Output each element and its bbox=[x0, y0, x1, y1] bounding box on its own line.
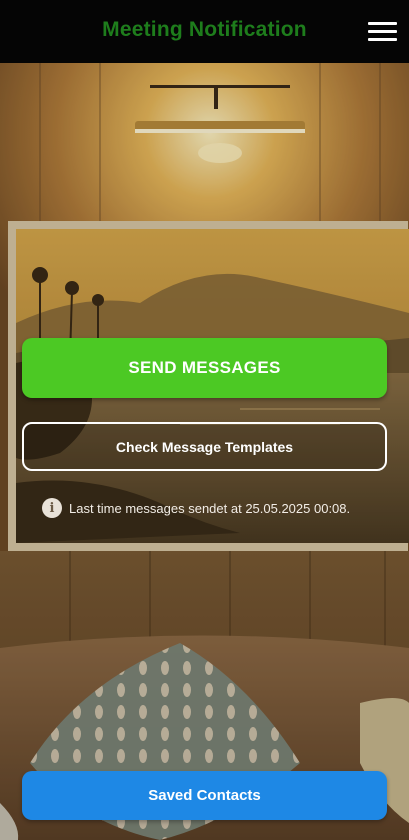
info-icon: i bbox=[42, 498, 62, 518]
app-title: Meeting Notification bbox=[102, 18, 307, 41]
last-sent-status: i Last time messages sendet at 25.05.202… bbox=[42, 498, 350, 518]
saved-contacts-button[interactable]: Saved Contacts bbox=[22, 771, 387, 820]
hamburger-menu-icon[interactable] bbox=[364, 18, 398, 46]
send-messages-button[interactable]: SEND MESSAGES bbox=[22, 338, 387, 398]
menu-bar-top bbox=[368, 22, 397, 25]
app-screen: Meeting Notification SEND MESSAGES Check… bbox=[0, 0, 409, 840]
menu-bar-middle bbox=[368, 30, 397, 33]
check-message-templates-button[interactable]: Check Message Templates bbox=[22, 422, 387, 471]
last-sent-text: Last time messages sendet at 25.05.2025 … bbox=[69, 500, 351, 516]
menu-bar-bottom bbox=[368, 38, 397, 41]
app-bar: Meeting Notification bbox=[0, 0, 409, 63]
